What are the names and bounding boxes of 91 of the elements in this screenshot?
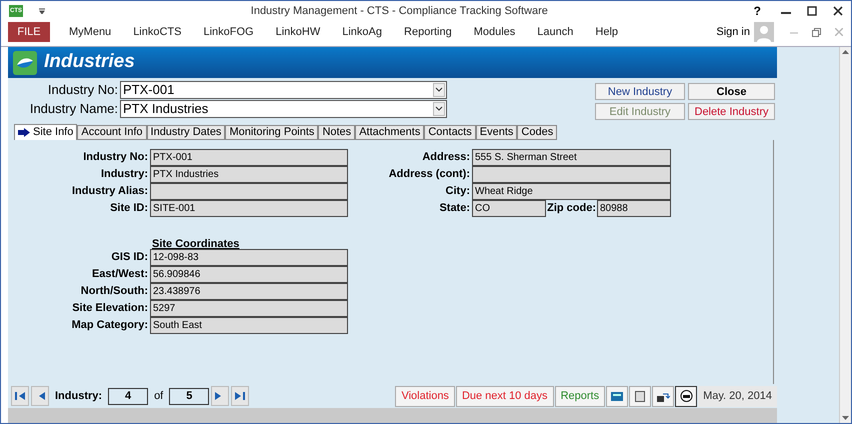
chevron-icon[interactable] — [433, 102, 445, 116]
form-title: Industries — [44, 50, 135, 74]
menu-item[interactable]: LinkoFOG — [194, 24, 263, 40]
text-field[interactable]: 12-098-83 — [150, 249, 348, 266]
record-count-field: 5 — [169, 388, 210, 404]
card-icon — [611, 392, 624, 400]
tab[interactable]: Attachments — [355, 125, 424, 140]
menu-item[interactable]: Reporting — [395, 24, 461, 40]
text-field[interactable]: SITE-001 — [150, 200, 348, 217]
close-icon[interactable] — [833, 6, 843, 16]
footer-button[interactable]: Reports — [554, 386, 606, 406]
field-label: Industry: — [100, 167, 149, 182]
menu-item[interactable]: LinkoAg — [333, 24, 392, 40]
tab[interactable]: Monitoring Points — [225, 125, 318, 140]
chevron-icon[interactable] — [433, 83, 445, 97]
dropdown-icon[interactable] — [39, 8, 45, 14]
field-label: Address: — [421, 150, 471, 166]
field-label: City: — [444, 184, 471, 200]
dropdown-field[interactable]: PTX-001 — [120, 81, 447, 99]
help-button[interactable]: ? — [754, 2, 761, 20]
date-display: May. 20, 2014 — [698, 386, 777, 406]
scroll-up-icon[interactable] — [842, 49, 849, 54]
document-icon — [635, 390, 646, 402]
text-field[interactable]: PTX Industries — [150, 166, 348, 183]
field-label: Map Category: — [70, 318, 149, 334]
tab[interactable]: Industry Dates — [146, 125, 226, 140]
text-field[interactable]: Wheat Ridge — [472, 183, 671, 200]
first-record-button[interactable] — [11, 386, 29, 406]
menu-item[interactable]: Launch — [528, 24, 582, 40]
text-field[interactable]: CO — [472, 200, 546, 217]
text-field[interactable]: 555 S. Sherman Street — [472, 149, 671, 166]
field-label: GIS ID: — [110, 250, 149, 266]
tab[interactable]: Account Info — [77, 125, 147, 140]
text-field[interactable]: South East — [150, 317, 348, 334]
field-label: North/South: — [80, 284, 149, 300]
selector-label: Industry No: — [46, 81, 119, 100]
of-label: of — [154, 388, 164, 404]
window-title: Industry Management - CTS - Compliance Tracking Software — [250, 4, 549, 19]
tab[interactable]: Events — [476, 125, 518, 140]
maximize-icon[interactable] — [807, 6, 817, 16]
action-button[interactable]: Close — [688, 83, 775, 100]
text-field[interactable]: 56.909846 — [150, 266, 348, 283]
skip-back-icon — [15, 391, 25, 401]
tab[interactable]: Site Info — [14, 124, 78, 140]
tab[interactable]: Contacts — [424, 125, 476, 140]
phone-icon-button[interactable] — [675, 386, 698, 406]
field-label: Industry No: — [82, 150, 149, 166]
text-field[interactable] — [150, 183, 348, 200]
text-field[interactable]: 23.438976 — [150, 283, 348, 300]
footer-button[interactable]: Violations — [395, 386, 455, 406]
last-record-button[interactable] — [231, 386, 250, 406]
menu-item[interactable]: MyMenu — [60, 24, 120, 40]
dropdown-field[interactable]: PTX Industries — [120, 100, 447, 118]
section-heading: Site Coordinates — [152, 238, 240, 250]
text-field[interactable]: 80988 — [597, 200, 671, 217]
field-label: Industry Alias: — [71, 184, 149, 200]
text-field[interactable]: PTX-001 — [150, 149, 348, 166]
footer-button[interactable]: Due next 10 days — [456, 386, 554, 406]
field-label: Site Elevation: — [71, 301, 149, 316]
field-label: East/West: — [90, 267, 149, 282]
menu-item[interactable]: LinkoCTS — [124, 24, 190, 40]
record-number-field[interactable]: 4 — [108, 388, 148, 404]
menu-item[interactable]: Modules — [464, 24, 524, 40]
file-tab[interactable]: FILE — [8, 22, 50, 42]
field-label: Zip code: — [546, 201, 597, 216]
transfer-icon — [656, 390, 670, 402]
next-record-button[interactable] — [211, 386, 230, 406]
skip-forward-icon — [235, 391, 246, 401]
menu-item[interactable]: LinkoHW — [266, 24, 330, 40]
text-field[interactable]: 5297 — [150, 300, 348, 317]
restore-icon[interactable] — [812, 28, 821, 36]
sign-in-link[interactable]: Sign in — [716, 24, 750, 40]
tab[interactable]: Codes — [517, 125, 558, 140]
card-icon-button[interactable] — [606, 386, 628, 406]
transfer-icon-button[interactable] — [652, 386, 674, 406]
menu-item[interactable]: Help — [586, 24, 628, 40]
field-label: Site ID: — [109, 201, 149, 216]
navigation-label: Industry: — [55, 388, 102, 404]
previous-record-button[interactable] — [31, 386, 49, 406]
field-label: State: — [438, 201, 471, 216]
text-field[interactable] — [472, 166, 671, 183]
logo-icon — [13, 50, 37, 74]
selector-label: Industry Name: — [28, 100, 119, 118]
tab[interactable]: Notes — [318, 125, 356, 140]
scrollbar[interactable] — [839, 47, 851, 423]
arrow-right-icon — [18, 128, 30, 137]
field-label: Address (cont): — [388, 167, 471, 182]
action-button[interactable]: Delete Industry — [688, 103, 775, 120]
document-icon-button[interactable] — [629, 386, 652, 406]
scroll-down-icon[interactable] — [842, 416, 849, 421]
action-button[interactable]: New Industry — [595, 83, 685, 100]
